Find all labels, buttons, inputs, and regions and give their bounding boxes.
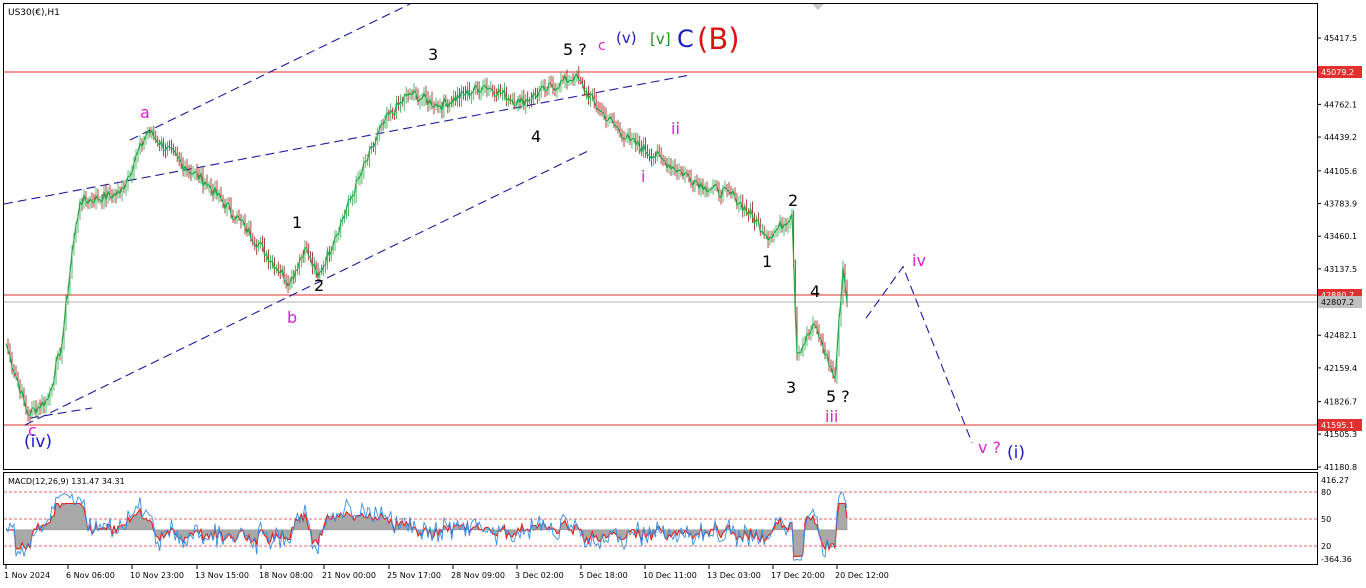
wave-label-B-paren: (B) — [697, 22, 740, 56]
time-tick-label: 28 Nov 09:00 — [451, 571, 505, 580]
svg-text:42807.2: 42807.2 — [1321, 298, 1354, 307]
wave-label-2-left: 2 — [314, 276, 324, 295]
time-tick-label: 17 Dec 20:00 — [771, 571, 825, 580]
price-tick-label: 44105.6 — [1324, 167, 1357, 176]
wave-label-iv-paren: (iv) — [24, 432, 52, 452]
level-label-41595: 41595.1 — [1318, 419, 1362, 431]
time-tick-label: 10 Dec 11:00 — [643, 571, 697, 580]
svg-text:41595.1: 41595.1 — [1321, 421, 1354, 430]
time-tick-label: 18 Nov 08:00 — [259, 571, 313, 580]
wave-label-3-top: 3 — [428, 45, 438, 64]
price-tick-label: 42482.1 — [1324, 331, 1357, 340]
time-tick-label: 10 Nov 23:00 — [130, 571, 184, 580]
price-tick-label: 43460.1 — [1324, 232, 1357, 241]
price-tick-label: 44762.1 — [1324, 100, 1357, 109]
macd-tick-min: -364.36 — [1321, 555, 1352, 564]
wave-label-1-right: 1 — [762, 252, 772, 271]
wave-label-v-paren: (v) — [616, 29, 637, 47]
time-tick-label: 20 Dec 12:00 — [835, 571, 889, 580]
symbol-label: US30(€),H1 — [8, 8, 60, 18]
wave-label-iv: iv — [912, 251, 926, 270]
macd-tick-max: 416.27 — [1321, 476, 1349, 485]
price-tick-label: 44439.2 — [1324, 133, 1357, 142]
macd-tick-20: 20 — [1321, 542, 1331, 551]
wave-label-v-question: v ? — [978, 438, 1001, 457]
macd-tick-50: 50 — [1321, 515, 1331, 524]
price-tick-label: 41180.8 — [1324, 463, 1357, 472]
price-axis: 45417.5 45079.2 44762.1 44439.2 44105.6 43783… — [1317, 34, 1357, 472]
wave-label-1-left: 1 — [292, 213, 302, 232]
time-tick-label: 13 Nov 15:00 — [195, 571, 249, 580]
macd-tick-80: 80 — [1321, 488, 1331, 497]
wave-label-2-right: 2 — [788, 191, 798, 210]
price-tick-label: 45417.5 — [1324, 34, 1357, 43]
time-tick-label: 6 Nov 06:00 — [66, 571, 115, 580]
macd-label: MACD(12,26,9) 131.47 34.31 — [8, 477, 125, 486]
wave-label-c-top: c — [598, 38, 606, 54]
wave-label-a: a — [140, 103, 150, 122]
level-label-45079: 45079.2 — [1318, 66, 1362, 78]
macd-axis: 416.27 80 50 20 -364.36 — [1321, 476, 1352, 564]
wave-label-5q-low: 5 ? — [826, 387, 850, 406]
time-axis: 1 Nov 2024 6 Nov 06:00 10 Nov 23:00 13 Nov … — [4, 565, 889, 580]
price-tick-label: 42159.4 — [1324, 364, 1357, 373]
main-plot-frame — [3, 3, 1318, 470]
wave-label-4-top: 4 — [531, 127, 541, 146]
macd-plot-frame — [3, 472, 1318, 565]
price-tick-label: 43137.5 — [1324, 265, 1357, 274]
time-tick-label: 13 Dec 03:00 — [707, 571, 761, 580]
time-tick-label: 25 Nov 17:00 — [387, 571, 441, 580]
time-tick-label: 3 Dec 02:00 — [515, 571, 564, 580]
time-tick-label: 1 Nov 2024 — [4, 571, 50, 580]
price-tick-label: 41826.7 — [1324, 398, 1357, 407]
price-chart[interactable]: US30(€),H1 5 ? c (v) [v] C (B) 3 4 1 2 3… — [0, 0, 1366, 588]
svg-text:45079.2: 45079.2 — [1321, 68, 1354, 77]
wave-label-iii: iii — [825, 407, 838, 426]
wave-label-4-low: 4 — [810, 282, 820, 301]
wave-label-C: C — [677, 25, 694, 53]
wave-label-b: b — [287, 308, 297, 327]
wave-label-v-bracket: [v] — [650, 30, 671, 48]
wave-label-i-paren: (i) — [1007, 443, 1025, 463]
wave-label-3-low: 3 — [786, 378, 796, 397]
price-tick-label: 43783.9 — [1324, 199, 1357, 208]
time-tick-label: 5 Dec 18:00 — [579, 571, 628, 580]
wave-label-i: i — [641, 167, 645, 186]
price-tick-label: 41505.3 — [1324, 430, 1357, 439]
level-label-42807: 42807.2 — [1318, 296, 1362, 308]
wave-label-ii: ii — [671, 119, 680, 138]
time-tick-label: 21 Nov 00:00 — [322, 571, 376, 580]
wave-label-5q-top: 5 ? — [563, 40, 587, 59]
